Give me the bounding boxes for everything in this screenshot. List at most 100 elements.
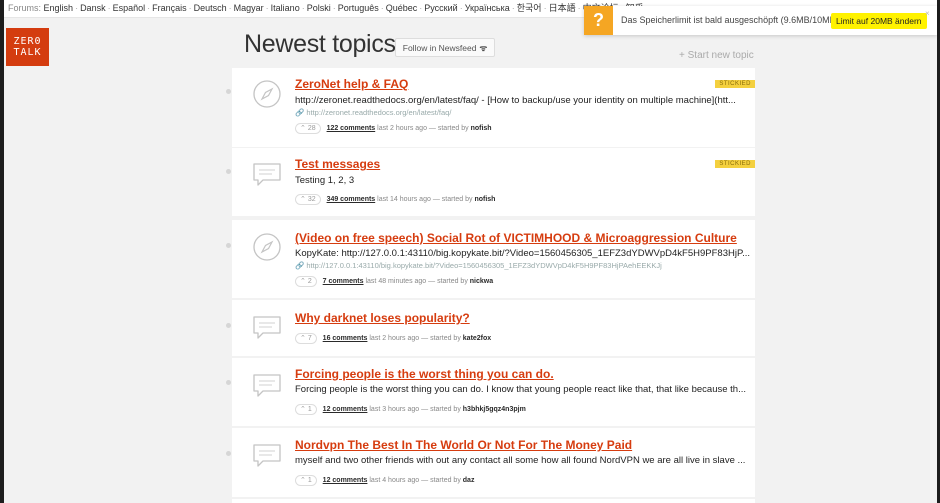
lang-link-english[interactable]: English	[44, 3, 74, 13]
lang-link-espanol[interactable]: Español	[113, 3, 146, 13]
upvote-button[interactable]: ⌃ 1	[295, 404, 317, 415]
comments-link[interactable]: 349 comments	[327, 196, 376, 203]
lang-link-magyar[interactable]: Magyar	[234, 3, 264, 13]
lang-link-quebec[interactable]: Québec	[386, 3, 418, 13]
lang-link-polski[interactable]: Polski	[307, 3, 331, 13]
comments-link[interactable]: 16 comments	[323, 335, 368, 342]
storage-limit-notification: ? Das Speicherlimit ist bald ausgeschöpf…	[584, 6, 937, 35]
topic-title-link[interactable]: (Video on free speech) Social Rot of VIC…	[295, 231, 737, 245]
topic-url-text: http://127.0.0.1:43110/big.kopykate.bit/…	[306, 261, 662, 270]
window-frame-left	[0, 0, 4, 503]
topic-title-link[interactable]: Test messages	[295, 157, 380, 171]
close-icon[interactable]: ×	[925, 9, 930, 18]
lang-link-dansk[interactable]: Dansk	[80, 3, 106, 13]
topic-url[interactable]: 🔗 http://zeronet.readthedocs.org/en/lates…	[295, 108, 451, 117]
vote-count: 1	[307, 477, 312, 484]
author-name[interactable]: nofish	[471, 125, 492, 132]
comments-link[interactable]: 12 comments	[323, 406, 368, 413]
stickied-badge: STICKIED	[715, 160, 755, 168]
warning-icon: ?	[584, 6, 613, 35]
chat-icon	[252, 440, 282, 470]
comments-link[interactable]: 122 comments	[327, 125, 376, 132]
last-activity: last 2 hours ago	[377, 125, 427, 132]
unread-dot	[226, 380, 231, 385]
zerotalk-logo[interactable]: ZER0 TALK	[6, 28, 49, 66]
topic-meta: ⌃ 32 349 comments last 14 hours ago — st…	[295, 194, 495, 205]
start-new-topic-link[interactable]: + Start new topic	[679, 50, 754, 61]
vote-count: 32	[307, 196, 316, 203]
notification-message: Das Speicherlimit ist bald ausgeschöpft …	[621, 15, 839, 25]
page-title: Newest topics	[244, 30, 396, 58]
started-by-prefix: — started by	[421, 477, 461, 484]
topic-title-link[interactable]: Nordvpn The Best In The World Or Not For…	[295, 438, 632, 452]
follow-label: Follow in Newsfeed	[402, 43, 477, 53]
topic-meta: ⌃ 2 7 comments last 48 minutes ago — sta…	[295, 276, 493, 287]
vote-count: 7	[307, 335, 312, 342]
last-activity: last 14 hours ago	[377, 196, 431, 203]
comments-link[interactable]: 12 comments	[323, 477, 368, 484]
logo-line-1: ZER0	[13, 36, 42, 47]
topic-title-link[interactable]: Why darknet loses popularity?	[295, 311, 470, 325]
topic-body: Forcing people is the worst thing you ca…	[295, 384, 746, 395]
topic-body: myself and two other friends with out an…	[295, 455, 746, 466]
lang-link-ukrainian[interactable]: Українська	[465, 3, 510, 13]
unread-dot	[226, 323, 231, 328]
author-name[interactable]: nickwa	[470, 278, 493, 285]
lang-link-korean[interactable]: 한국어	[517, 3, 542, 13]
topic-body: http://zeronet.readthedocs.org/en/latest…	[295, 95, 736, 106]
topic-item: (Video on free speech) Social Rot of VIC…	[226, 220, 755, 298]
upvote-button[interactable]: ⌃ 28	[295, 123, 321, 134]
author-name[interactable]: h3bhkj5gqz4n3pjm	[463, 406, 526, 413]
topic-title-link[interactable]: Forcing people is the worst thing you ca…	[295, 367, 554, 381]
increase-limit-button[interactable]: Limit auf 20MB ändern	[831, 13, 927, 29]
last-activity: last 48 minutes ago	[365, 278, 427, 285]
last-activity: last 2 hours ago	[369, 335, 420, 342]
chat-icon	[252, 312, 282, 342]
upvote-button[interactable]: ⌃ 7	[295, 333, 317, 344]
topic-url-text: http://zeronet.readthedocs.org/en/latest…	[306, 108, 452, 117]
unread-dot	[226, 169, 231, 174]
unread-dot	[226, 243, 231, 248]
rss-icon: ᯤ	[479, 43, 488, 53]
chat-icon	[252, 370, 282, 400]
topic-item: Test messages STICKIED Testing 1, 2, 3 ⌃…	[226, 148, 755, 216]
lang-link-francais[interactable]: Français	[152, 3, 187, 13]
topic-item: Forcing people is the worst thing you ca…	[226, 358, 755, 426]
link-icon: 🔗	[295, 108, 305, 117]
link-icon: 🔗	[295, 261, 305, 270]
author-name[interactable]: kate2fox	[463, 335, 491, 342]
topic-meta: ⌃ 28 122 comments last 2 hours ago — sta…	[295, 123, 492, 134]
upvote-button[interactable]: ⌃ 1	[295, 475, 317, 486]
topic-meta: ⌃ 7 16 comments last 2 hours ago — start…	[295, 333, 491, 344]
topic-title-link[interactable]: ZeroNet help & FAQ	[295, 77, 408, 91]
vote-count: 2	[307, 278, 312, 285]
lang-link-deutsch[interactable]: Deutsch	[194, 3, 227, 13]
upvote-button[interactable]: ⌃ 2	[295, 276, 317, 287]
unread-dot	[226, 89, 231, 94]
upvote-button[interactable]: ⌃ 32	[295, 194, 321, 205]
comments-link[interactable]: 7 comments	[323, 278, 364, 285]
lang-link-russian[interactable]: Русский	[424, 3, 457, 13]
compass-icon	[252, 232, 282, 262]
unread-dot	[226, 451, 231, 456]
compass-icon	[252, 79, 282, 109]
chat-icon	[252, 159, 282, 189]
topic-item: Nordvpn The Best In The World Or Not For…	[226, 428, 755, 497]
last-activity: last 3 hours ago	[369, 406, 420, 413]
stickied-badge: STICKIED	[715, 80, 755, 88]
topic-meta: ⌃ 1 12 comments last 3 hours ago — start…	[295, 404, 526, 415]
lang-link-japanese[interactable]: 日本語	[549, 3, 576, 13]
started-by-prefix: — started by	[428, 278, 468, 285]
author-name[interactable]: daz	[463, 477, 475, 484]
topic-body: KopyKate: http://127.0.0.1:43110/big.kop…	[295, 248, 750, 259]
topic-item-partial	[232, 499, 755, 503]
topic-body: Testing 1, 2, 3	[295, 175, 355, 186]
topic-url[interactable]: 🔗 http://127.0.0.1:43110/big.kopykate.bit…	[295, 261, 662, 270]
lang-link-portugues[interactable]: Português	[338, 3, 379, 13]
forums-label: Forums:	[8, 3, 42, 13]
vote-count: 28	[307, 125, 316, 132]
topic-item: Why darknet loses popularity? ⌃ 7 16 com…	[226, 300, 755, 356]
lang-link-italiano[interactable]: Italiano	[271, 3, 300, 13]
follow-newsfeed-button[interactable]: Follow in Newsfeed ᯤ	[395, 38, 495, 57]
author-name[interactable]: nofish	[474, 196, 495, 203]
